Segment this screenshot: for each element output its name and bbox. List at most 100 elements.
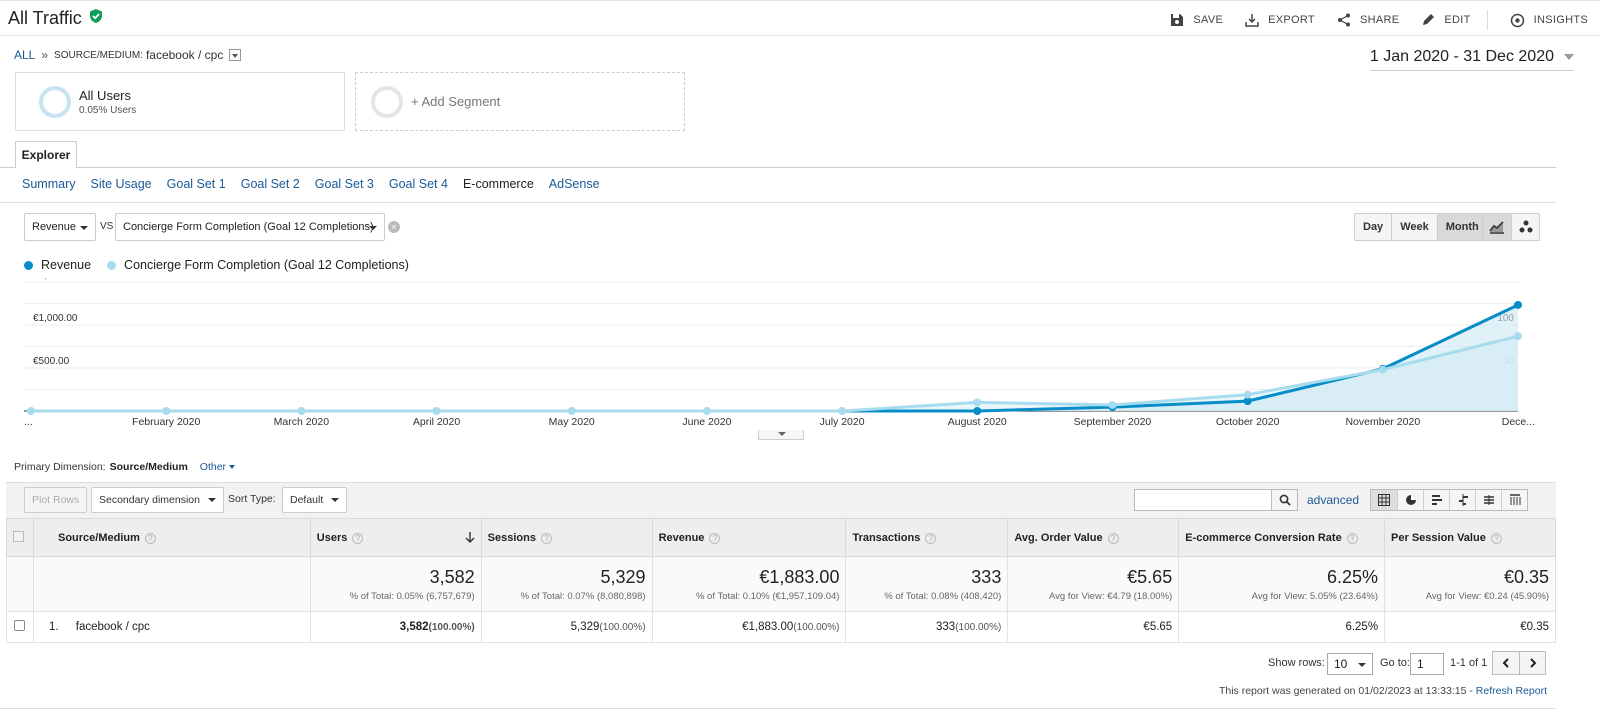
help-icon[interactable]: ?: [352, 532, 364, 544]
totals-row: 3,582% of Total: 0.05% (6,757,679) 5,329…: [6, 556, 1556, 612]
select-all-cell: [6, 518, 34, 557]
data-view-button[interactable]: [1371, 490, 1397, 510]
segment-all-users[interactable]: All Users 0.05% Users: [15, 72, 345, 131]
chevron-left-icon: [1502, 658, 1509, 668]
breadcrumb-dropdown[interactable]: [229, 49, 242, 61]
goal-point: [1514, 332, 1522, 341]
search-button[interactable]: [1271, 490, 1297, 510]
goto-label: Go to:: [1380, 657, 1410, 669]
y-right-tick-label: 150: [1497, 278, 1514, 281]
chart-legend: Revenue Concierge Form Completion (Goal …: [24, 258, 425, 272]
column-header-users[interactable]: Users?: [309, 518, 482, 557]
data-table: Source/Medium? Users? Sessions? Revenue?…: [6, 518, 1556, 643]
column-header-revenue[interactable]: Revenue?: [651, 518, 847, 557]
period-week-button[interactable]: Week: [1391, 214, 1437, 240]
export-icon: [1245, 14, 1259, 27]
percentage-view-button[interactable]: [1397, 490, 1423, 510]
sort-type-select[interactable]: Default: [282, 487, 348, 513]
analytics-report: All Traffic SAVE EXPORT SHARE EDIT INSIG…: [0, 0, 1600, 727]
comparison-view-button[interactable]: [1449, 490, 1475, 510]
subtab-goal-set-4[interactable]: Goal Set 4: [389, 177, 448, 191]
x-tick-label: September 2020: [1074, 416, 1152, 428]
other-dimension-link[interactable]: Other: [200, 461, 235, 473]
table-row: 1. facebook / cpc 3,582(100.00%) 5,329(1…: [6, 611, 1556, 643]
primary-dimension-value[interactable]: Source/Medium: [110, 461, 188, 473]
period-month-button[interactable]: Month: [1436, 214, 1487, 240]
x-tick-label: July 2020: [820, 416, 865, 428]
column-header-transactions[interactable]: Transactions?: [845, 518, 1009, 557]
export-button[interactable]: EXPORT: [1245, 13, 1315, 27]
help-icon[interactable]: ?: [1107, 532, 1119, 544]
prev-page-button[interactable]: [1493, 652, 1519, 674]
help-icon[interactable]: ?: [1346, 532, 1358, 544]
x-tick-label: April 2020: [413, 416, 460, 428]
row-revenue: €1,883.00(100.00%): [651, 611, 847, 643]
show-rows-select[interactable]: 10: [1327, 653, 1373, 675]
report-header: All Traffic SAVE EXPORT SHARE EDIT INSIG…: [0, 0, 1600, 36]
revenue-series-area: [31, 304, 1518, 411]
help-icon[interactable]: ?: [540, 532, 552, 544]
performance-view-button[interactable]: [1423, 490, 1449, 510]
x-tick-label: August 2020: [948, 416, 1007, 428]
breadcrumb-all-link[interactable]: ALL: [14, 48, 35, 62]
add-segment-button[interactable]: + Add Segment: [355, 72, 685, 131]
primary-metric-select[interactable]: Revenue: [24, 213, 96, 241]
line-chart-button[interactable]: [1483, 214, 1511, 240]
goal-point: [162, 407, 171, 415]
column-header-per-session-value[interactable]: Per Session Value?: [1384, 518, 1556, 557]
tab-explorer[interactable]: Explorer: [15, 141, 77, 168]
sort-desc-icon: [465, 532, 475, 543]
subtab-adsense[interactable]: AdSense: [549, 177, 600, 191]
goal-point: [27, 407, 35, 415]
pivot-view-button[interactable]: [1501, 490, 1527, 510]
total-revenue: €1,883.00% of Total: 0.10% (€1,957,109.0…: [651, 556, 847, 612]
secondary-dimension-select[interactable]: Secondary dimension: [91, 487, 224, 513]
plot-rows-button[interactable]: Plot Rows: [24, 487, 88, 513]
advanced-filter-link[interactable]: advanced: [1307, 493, 1359, 507]
totals-cell: [6, 556, 34, 612]
divider: [0, 167, 1556, 168]
motion-chart-button[interactable]: [1511, 214, 1539, 240]
refresh-report-link[interactable]: Refresh Report: [1476, 685, 1547, 697]
revenue-point: [1514, 300, 1522, 309]
column-header-sessions[interactable]: Sessions?: [480, 518, 653, 557]
row-checkbox[interactable]: [14, 620, 26, 631]
select-all-checkbox[interactable]: [13, 530, 24, 542]
column-header-conversion-rate[interactable]: E-commerce Conversion Rate?: [1178, 518, 1386, 557]
subtab-site-usage[interactable]: Site Usage: [90, 177, 151, 191]
secondary-metric-select[interactable]: Concierge Form Completion (Goal 12 Compl…: [115, 213, 385, 241]
goal-point: [1378, 365, 1387, 374]
column-header-source-medium[interactable]: Source/Medium?: [32, 518, 311, 557]
save-button[interactable]: SAVE: [1170, 13, 1223, 27]
help-icon[interactable]: ?: [709, 532, 721, 544]
subtab-goal-set-1[interactable]: Goal Set 1: [167, 177, 226, 191]
divider: [0, 708, 1556, 709]
collapse-chart-handle[interactable]: [758, 430, 804, 440]
chevron-down-icon: [207, 498, 216, 502]
subtab-ecommerce[interactable]: E-commerce: [463, 177, 534, 191]
remove-metric-icon[interactable]: ×: [388, 221, 400, 233]
date-range-picker[interactable]: 1 Jan 2020 - 31 Dec 2020: [1369, 48, 1574, 71]
insights-button[interactable]: INSIGHTS: [1510, 13, 1588, 28]
goto-input[interactable]: 1: [1410, 653, 1444, 675]
share-button[interactable]: SHARE: [1337, 13, 1399, 27]
pagination-range: 1-1 of 1: [1450, 657, 1488, 669]
next-page-button[interactable]: [1519, 652, 1545, 674]
help-icon[interactable]: ?: [925, 532, 937, 544]
subtab-goal-set-3[interactable]: Goal Set 3: [315, 177, 374, 191]
breadcrumb: ALL » SOURCE/MEDIUM: facebook / cpc: [14, 48, 242, 62]
term-cloud-view-button[interactable]: [1475, 490, 1501, 510]
table-search-input[interactable]: [1134, 489, 1298, 511]
row-source-link[interactable]: facebook / cpc: [76, 621, 150, 633]
period-day-button[interactable]: Day: [1355, 214, 1392, 240]
edit-button[interactable]: EDIT: [1421, 13, 1470, 27]
chevron-down-icon: [331, 498, 340, 502]
subtab-goal-set-2[interactable]: Goal Set 2: [241, 177, 300, 191]
column-header-avg-order-value[interactable]: Avg. Order Value?: [1007, 518, 1180, 557]
total-conversion-rate: 6.25% Avg for View: 5.05% (23.64%): [1178, 556, 1386, 612]
help-icon[interactable]: ?: [144, 532, 156, 544]
help-icon[interactable]: ?: [1490, 532, 1502, 544]
x-tick-label: ...: [24, 416, 33, 428]
subtab-summary[interactable]: Summary: [22, 177, 75, 191]
vs-label: VS: [100, 221, 114, 232]
